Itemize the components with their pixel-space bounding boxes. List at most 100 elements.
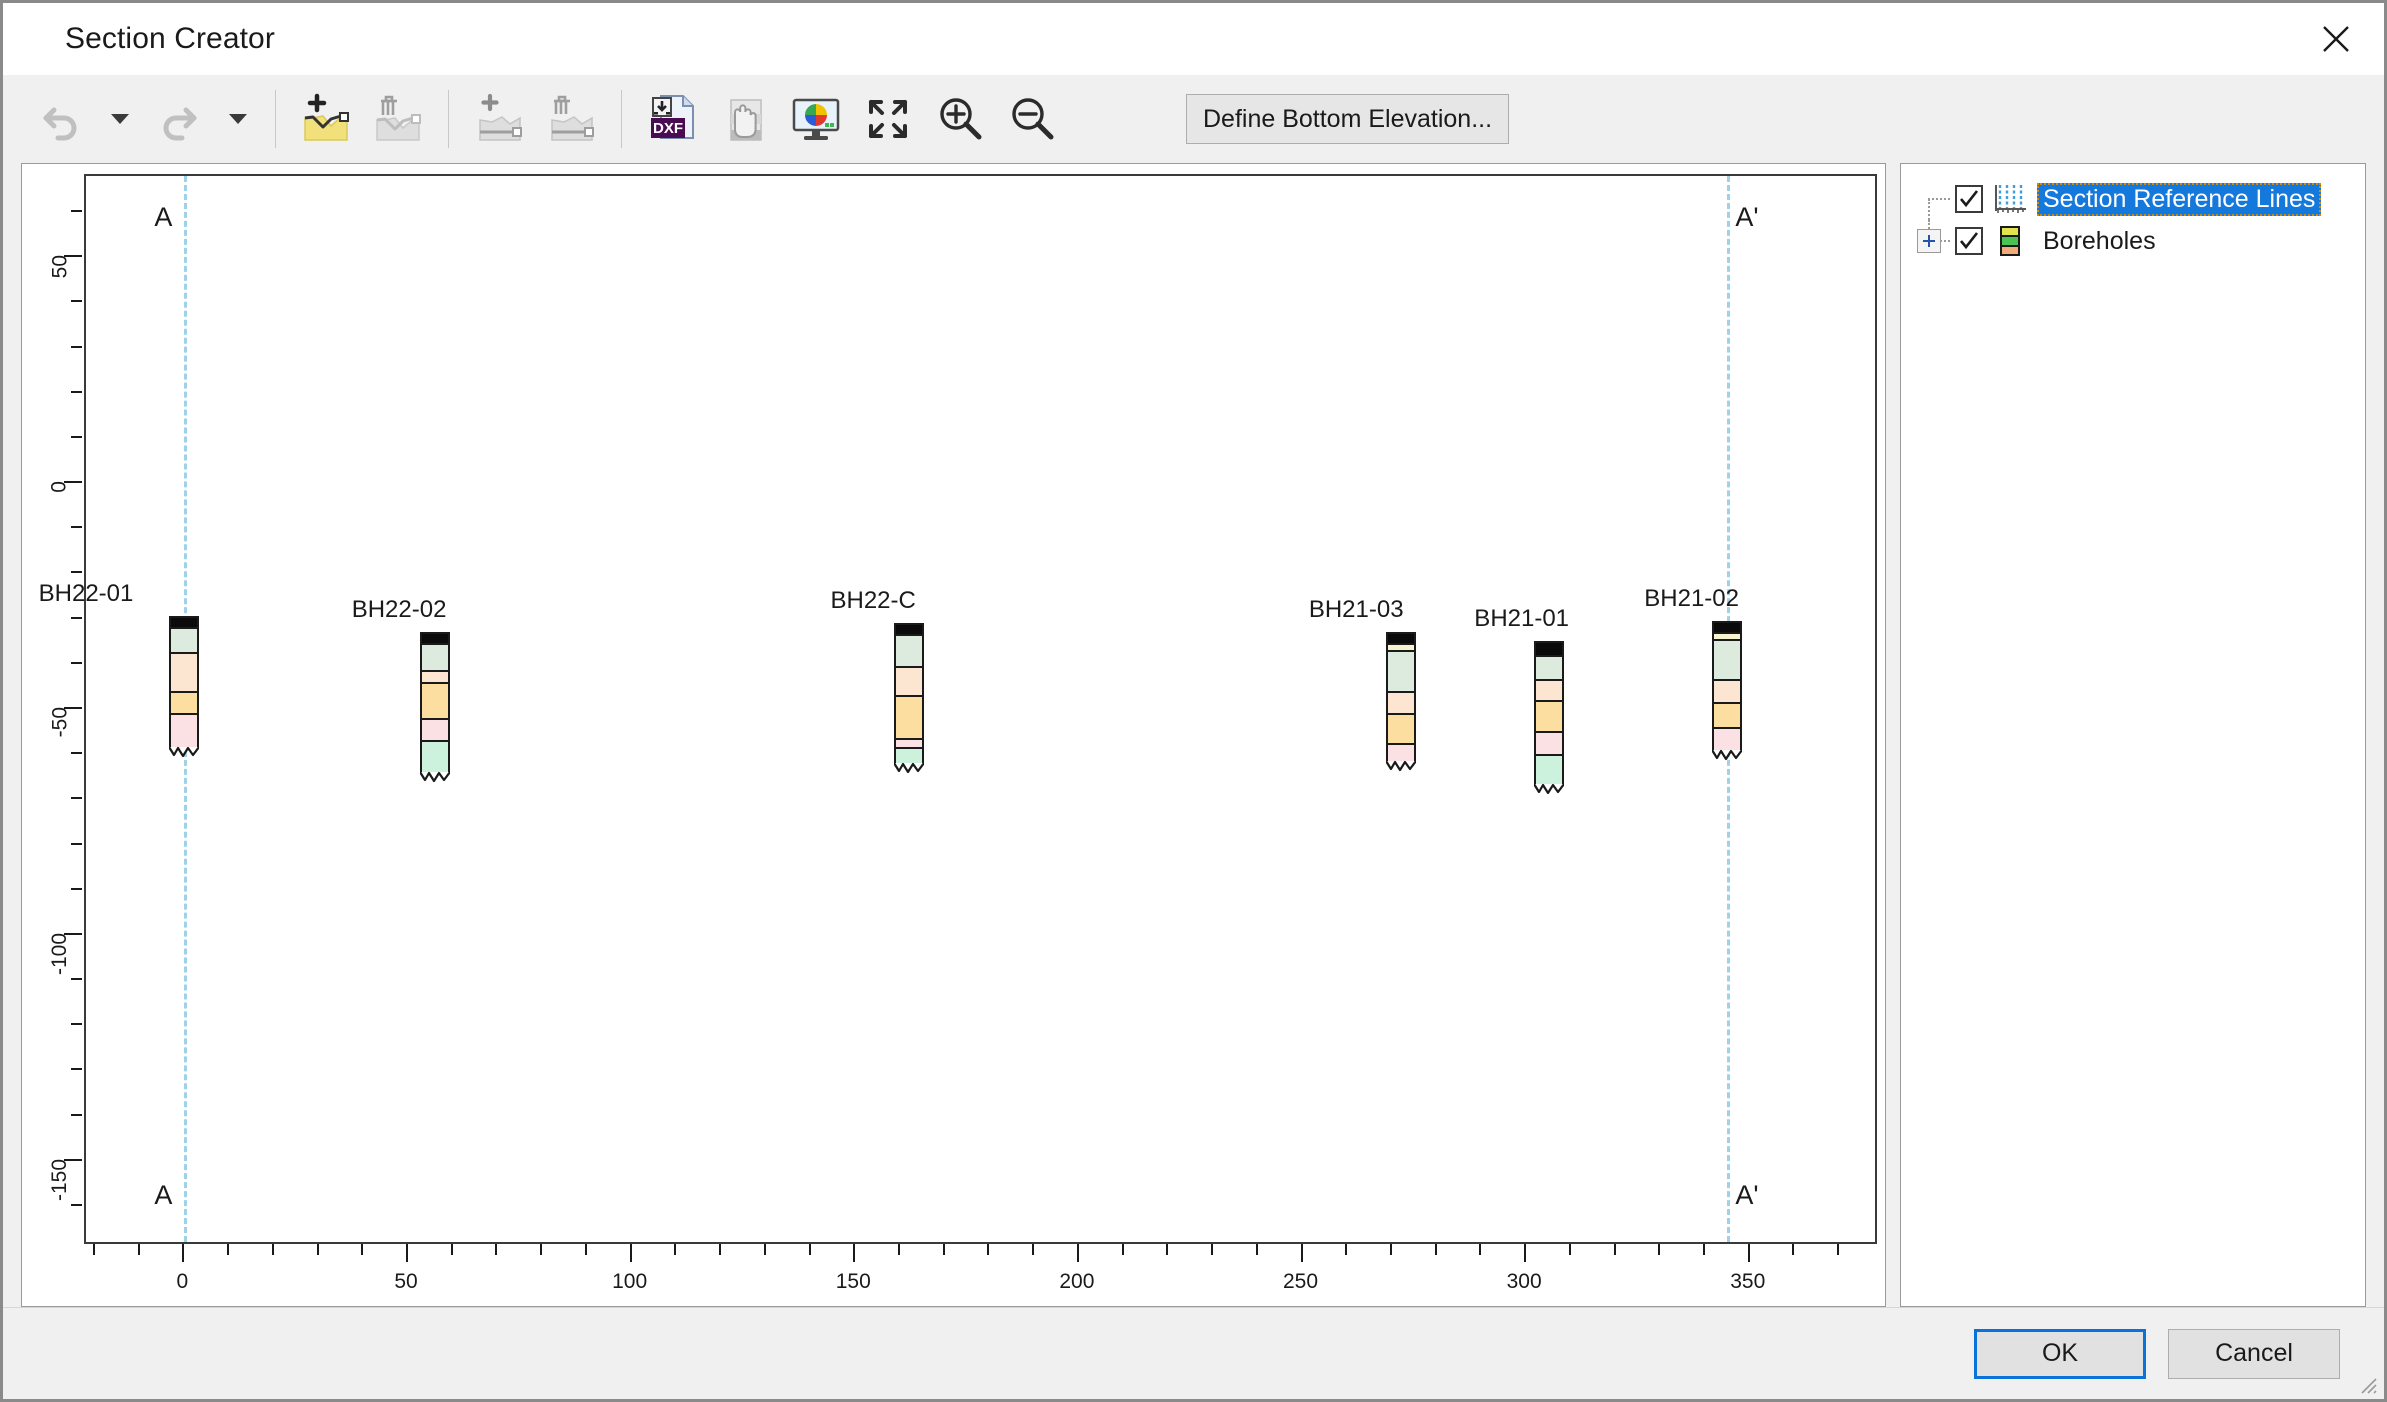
- toolbar-separator: [448, 90, 449, 148]
- y-axis-tick: [71, 1203, 82, 1206]
- y-axis-tick-label: -100: [48, 932, 71, 975]
- borehole-bottom-terminator: [419, 771, 450, 783]
- borehole-layer[interactable]: [1714, 638, 1741, 682]
- delete-layer-button[interactable]: [362, 83, 434, 155]
- borehole-layer[interactable]: [1387, 650, 1414, 693]
- zoom-out-button[interactable]: [996, 83, 1068, 155]
- x-axis-tick: [227, 1244, 230, 1255]
- borehole-bottom-terminator: [1385, 760, 1416, 772]
- section-reference-line-label: A': [1735, 202, 1759, 232]
- tree-item-section-reference-lines[interactable]: Section Reference Lines: [1915, 178, 2355, 220]
- redo-button[interactable]: [143, 83, 215, 155]
- x-axis-tick: [92, 1244, 95, 1255]
- y-axis-tick: [71, 752, 82, 755]
- add-layer-button[interactable]: [290, 83, 362, 155]
- borehole-layer[interactable]: [1535, 654, 1562, 682]
- borehole-column[interactable]: [893, 623, 924, 768]
- delete-bottom-line-button[interactable]: [535, 83, 607, 155]
- x-axis-tick-label: 300: [1506, 1270, 1542, 1293]
- close-icon[interactable]: [2288, 3, 2384, 75]
- y-axis-tick: [71, 1068, 82, 1071]
- tree-item-boreholes[interactable]: Boreholes: [1915, 220, 2355, 262]
- x-axis-tick: [1524, 1244, 1527, 1262]
- y-axis-tick-label: 0: [48, 481, 71, 493]
- borehole-layer[interactable]: [1387, 690, 1414, 716]
- cancel-button[interactable]: Cancel: [2168, 1328, 2340, 1379]
- y-axis-tick: [71, 797, 82, 800]
- borehole-layer[interactable]: [421, 717, 448, 743]
- layers-tree-panel: Section Reference Lines Boreholes: [1900, 163, 2366, 1307]
- redo-dropdown[interactable]: [215, 83, 261, 155]
- x-axis-tick: [1076, 1244, 1079, 1262]
- display-options-button[interactable]: [780, 83, 852, 155]
- x-axis-tick: [1032, 1244, 1035, 1255]
- x-axis-tick: [1121, 1244, 1124, 1255]
- pan-button[interactable]: [708, 83, 780, 155]
- borehole-layer[interactable]: [1387, 713, 1414, 745]
- borehole-layer[interactable]: [895, 625, 922, 635]
- undo-dropdown[interactable]: [97, 83, 143, 155]
- borehole-layer[interactable]: [895, 634, 922, 668]
- resize-grip[interactable]: [2356, 1373, 2378, 1395]
- section-plot-panel[interactable]: 50 0 -50 -100 -150 0 50 100 150 200 250 300 350 AAA…: [21, 163, 1886, 1307]
- x-axis-tick: [182, 1244, 185, 1262]
- section-creator-window: Section Creator DXF Define Bottom Elevat…: [0, 0, 2387, 1402]
- borehole-stack-icon: [1993, 225, 2027, 257]
- define-bottom-elevation-button[interactable]: Define Bottom Elevation...: [1186, 94, 1510, 144]
- x-axis-tick: [1613, 1244, 1616, 1255]
- borehole-layer[interactable]: [895, 695, 922, 741]
- borehole-column[interactable]: [1533, 641, 1564, 788]
- borehole-layer[interactable]: [1714, 622, 1741, 632]
- borehole-bottom-terminator: [893, 762, 924, 774]
- y-axis-tick-label: 50: [48, 255, 71, 279]
- borehole-layer[interactable]: [421, 681, 448, 720]
- x-axis-tick: [1747, 1244, 1750, 1262]
- borehole-column[interactable]: [1712, 620, 1743, 754]
- y-axis-tick: [71, 887, 82, 890]
- borehole-layer[interactable]: [1535, 699, 1562, 734]
- zoom-extents-button[interactable]: [852, 83, 924, 155]
- tree-item-label: Section Reference Lines: [2037, 182, 2322, 216]
- zoom-in-button[interactable]: [924, 83, 996, 155]
- y-axis-tick: [71, 210, 82, 213]
- borehole-layer[interactable]: [421, 643, 448, 673]
- x-axis-tick-label: 150: [835, 1270, 871, 1293]
- ok-button[interactable]: OK: [1974, 1328, 2146, 1379]
- borehole-layer[interactable]: [421, 634, 448, 644]
- tree-item-label: Boreholes: [2043, 226, 2156, 255]
- borehole-layer[interactable]: [171, 627, 198, 655]
- borehole-layer[interactable]: [1387, 634, 1414, 644]
- checkbox-section-reference-lines[interactable]: [1955, 185, 1983, 213]
- borehole-bottom-terminator: [169, 746, 200, 758]
- borehole-layer[interactable]: [171, 652, 198, 693]
- tree-connector: [1915, 178, 1955, 220]
- section-reference-line-label: A': [1735, 1180, 1759, 1210]
- x-axis-tick: [450, 1244, 453, 1255]
- x-axis-tick: [1345, 1244, 1348, 1255]
- borehole-column[interactable]: [1385, 632, 1416, 765]
- chevron-down-icon: [229, 114, 247, 124]
- add-bottom-line-button[interactable]: [463, 83, 535, 155]
- borehole-layer[interactable]: [1714, 679, 1741, 704]
- borehole-layer[interactable]: [1714, 701, 1741, 729]
- plot-area[interactable]: A A A' A' BH22-01 BH22-02 BH22-C BH21-03 BH21-01…: [39, 174, 1877, 1244]
- x-axis-tick: [316, 1244, 319, 1255]
- y-axis-tick: [71, 526, 82, 529]
- x-axis-tick: [361, 1244, 364, 1255]
- borehole-layer[interactable]: [1535, 643, 1562, 655]
- undo-button[interactable]: [25, 83, 97, 155]
- x-axis-tick: [1389, 1244, 1392, 1255]
- borehole-column[interactable]: [419, 632, 450, 777]
- x-axis-tick: [987, 1244, 990, 1255]
- borehole-layer[interactable]: [895, 665, 922, 698]
- borehole-layer[interactable]: [1535, 679, 1562, 702]
- borehole-layer[interactable]: [1535, 731, 1562, 756]
- borehole-layer[interactable]: [171, 690, 198, 716]
- x-axis-tick: [495, 1244, 498, 1255]
- borehole-layer[interactable]: [171, 618, 198, 628]
- borehole-column[interactable]: [169, 616, 200, 752]
- x-axis-tick: [719, 1244, 722, 1255]
- export-dxf-button[interactable]: DXF: [636, 83, 708, 155]
- expand-boreholes-button[interactable]: [1917, 229, 1941, 253]
- checkbox-boreholes[interactable]: [1955, 227, 1983, 255]
